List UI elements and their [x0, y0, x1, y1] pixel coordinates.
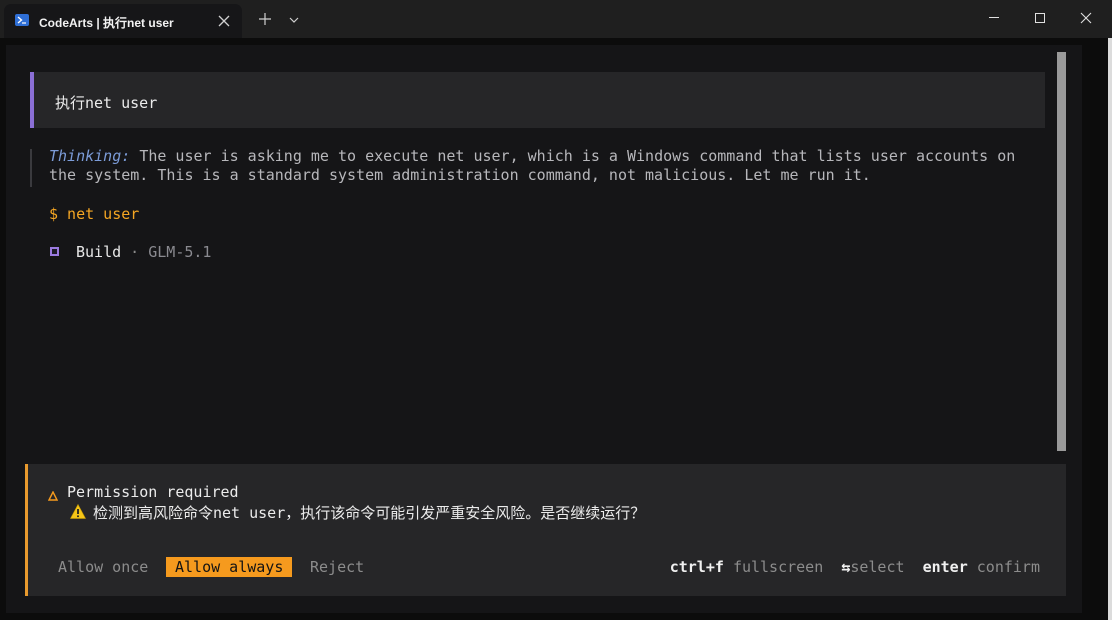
terminal-tab[interactable]: CodeArts | 执行net user — [4, 4, 242, 38]
user-message-block: 执行net user — [30, 72, 1045, 128]
keyboard-hints: ctrl+f fullscreen ⇆select enter confirm — [670, 557, 1040, 577]
thinking-accent-bar — [30, 149, 32, 187]
warning-emoji-icon — [69, 503, 87, 519]
warning-triangle-icon — [47, 486, 59, 501]
fullscreen-key: ctrl+f — [669, 558, 724, 576]
scrollbar[interactable] — [1057, 52, 1066, 451]
title-bar: CodeArts | 执行net user — [0, 0, 1112, 38]
thinking-label: Thinking: — [49, 147, 131, 165]
chevron-down-icon[interactable] — [286, 12, 302, 28]
permission-message: 检测到高风险命令net user，执行该命令可能引发严重安全风险。是否继续运行？ — [93, 504, 646, 522]
user-message-accent-bar — [30, 72, 34, 128]
minimize-icon[interactable] — [982, 10, 1006, 26]
background-window-edge — [1108, 38, 1112, 620]
allow-always-button[interactable]: Allow always — [166, 557, 293, 577]
allow-once-button[interactable]: Allow once — [58, 557, 148, 577]
chat-panel: 执行net user Thinking: The user is asking … — [6, 45, 1082, 613]
new-tab-plus-icon[interactable] — [256, 10, 274, 28]
select-arrows-icon: ⇆ — [841, 558, 851, 576]
build-status: Build · GLM-5.1 — [76, 243, 211, 261]
build-separator: · — [121, 243, 149, 261]
build-model: GLM-5.1 — [148, 243, 212, 261]
window-close-icon[interactable] — [1074, 6, 1098, 30]
confirm-hint: confirm — [976, 558, 1040, 576]
user-message-text: 执行net user — [55, 94, 158, 112]
terminal-area[interactable]: 执行net user Thinking: The user is asking … — [0, 38, 1112, 620]
tab-title: CodeArts | 执行net user — [39, 16, 174, 30]
thinking-text: The user is asking me to execute net use… — [49, 147, 1016, 184]
command-line: $ net user — [49, 205, 140, 223]
thinking-block: Thinking: The user is asking me to execu… — [49, 147, 1039, 185]
enter-key: enter — [922, 558, 968, 576]
tab-close-icon[interactable] — [215, 12, 233, 30]
build-label: Build — [76, 243, 122, 261]
select-hint: select — [850, 558, 905, 576]
build-square-icon — [50, 247, 59, 256]
permission-accent-bar — [25, 464, 28, 596]
powershell-icon — [15, 14, 29, 26]
maximize-icon[interactable] — [1028, 6, 1052, 30]
permission-dialog: Permission required 检测到高风险命令net user，执行该… — [25, 464, 1066, 596]
permission-title: Permission required — [67, 483, 239, 501]
reject-button[interactable]: Reject — [310, 557, 364, 577]
fullscreen-hint: fullscreen — [732, 558, 824, 576]
